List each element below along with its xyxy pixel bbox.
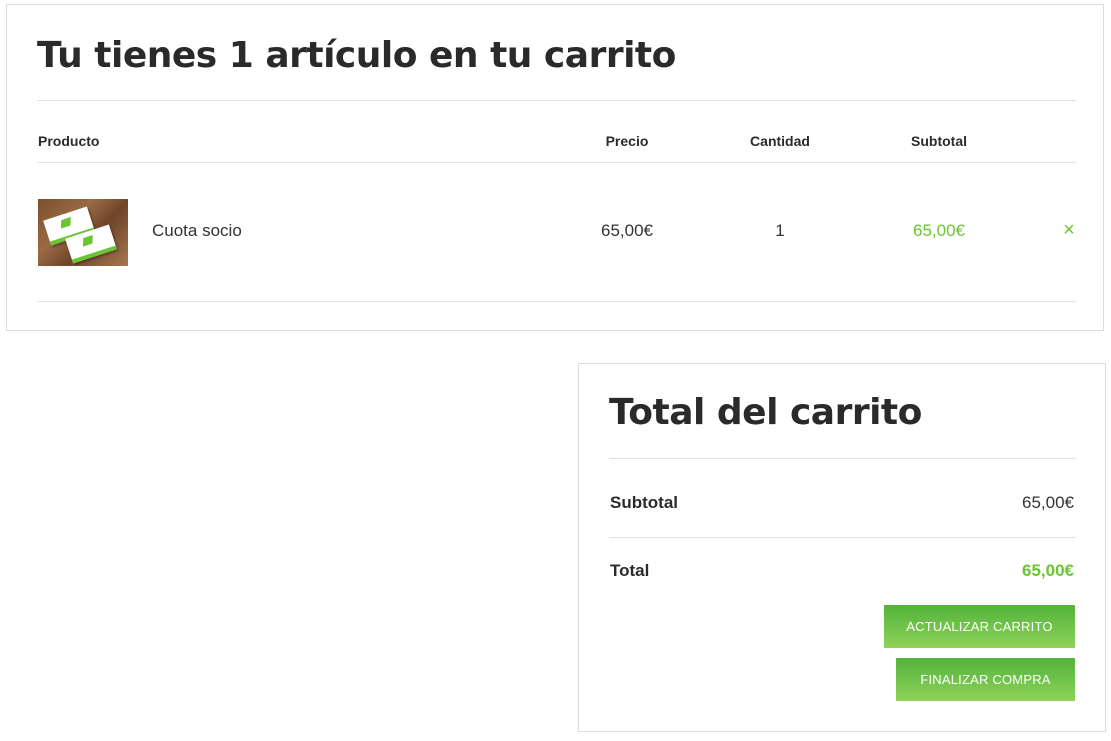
cart-title: Tu tienes 1 artículo en tu carrito: [37, 35, 676, 76]
total-value: 65,00€: [1022, 561, 1074, 580]
row-divider: [37, 301, 1076, 302]
column-header-subtotal: Subtotal: [911, 133, 967, 149]
product-name-link[interactable]: Cuota socio: [152, 221, 242, 241]
product-subtotal: 65,00€: [913, 221, 965, 240]
totals-title-divider: [609, 458, 1076, 459]
header-divider: [37, 162, 1076, 163]
column-header-price: Precio: [605, 133, 649, 149]
cart-panel: Tu tienes 1 artículo en tu carrito Produ…: [6, 4, 1104, 331]
subtotal-divider: [609, 537, 1076, 538]
totals-title: Total del carrito: [609, 392, 922, 433]
checkout-button[interactable]: FINALIZAR COMPRA: [896, 658, 1075, 701]
subtotal-value: 65,00€: [1022, 493, 1074, 512]
cart-totals-panel: Total del carrito Subtotal 65,00€ Total …: [578, 363, 1106, 732]
subtotal-label: Subtotal: [610, 493, 678, 512]
title-divider: [37, 100, 1076, 101]
product-thumbnail[interactable]: [38, 199, 128, 266]
update-cart-button[interactable]: ACTUALIZAR CARRITO: [884, 605, 1075, 648]
remove-item-icon[interactable]: ×: [1059, 218, 1079, 242]
column-header-product: Producto: [38, 133, 100, 149]
product-price: 65,00€: [601, 221, 653, 240]
product-quantity[interactable]: 1: [705, 221, 855, 241]
column-header-quantity: Cantidad: [750, 133, 810, 149]
total-label: Total: [610, 561, 650, 580]
